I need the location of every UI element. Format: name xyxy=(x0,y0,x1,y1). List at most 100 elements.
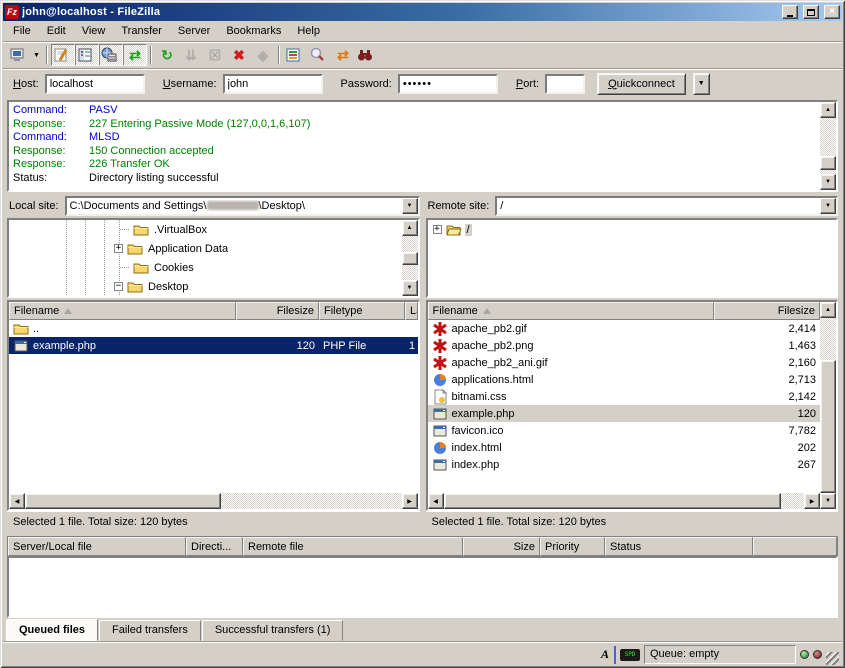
disconnect-icon: ✖ xyxy=(233,47,245,63)
tree-item-virtualbox[interactable]: .VirtualBox xyxy=(9,220,402,239)
find-files-button[interactable] xyxy=(355,44,379,66)
username-input[interactable] xyxy=(223,74,323,94)
speed-limit-indicator-icon[interactable]: SPD xyxy=(620,649,640,661)
disconnect-button[interactable]: ✖ xyxy=(227,44,251,66)
quickconnect-button[interactable]: Quickconnect xyxy=(597,73,686,95)
file-row-parent-dir[interactable]: .. xyxy=(9,320,418,337)
menu-help[interactable]: Help xyxy=(289,22,328,40)
scrollbar-thumb[interactable] xyxy=(820,360,836,493)
scroll-down-button[interactable]: ▼ xyxy=(820,493,836,509)
file-row-selected[interactable]: example.php 120 xyxy=(428,405,821,422)
tab-successful-transfers[interactable]: Successful transfers (1) xyxy=(202,620,344,641)
password-input[interactable] xyxy=(398,74,498,94)
scroll-right-button[interactable]: ▶ xyxy=(402,493,418,509)
column-header-filetype[interactable]: Filetype xyxy=(319,302,405,320)
scroll-up-button[interactable]: ▲ xyxy=(402,220,418,236)
tab-queued-files[interactable]: Queued files xyxy=(6,619,98,641)
message-log-scrollbar[interactable]: ▲ ▼ xyxy=(820,102,836,190)
file-row[interactable]: bitnami.css 2,142 xyxy=(428,388,821,405)
directory-listing-filters-button[interactable] xyxy=(283,44,307,66)
toggle-local-tree-button[interactable] xyxy=(75,44,99,66)
scroll-down-button[interactable]: ▼ xyxy=(820,174,836,190)
scrollbar-thumb[interactable] xyxy=(444,493,782,509)
scrollbar-thumb[interactable] xyxy=(25,493,221,509)
directory-comparison-button[interactable] xyxy=(307,44,331,66)
transfer-type-indicator-icon[interactable]: A xyxy=(598,646,616,664)
cancel-operation-button[interactable]: ☒ xyxy=(203,44,227,66)
column-header-server-local-file[interactable]: Server/Local file xyxy=(8,537,186,556)
tree-item-root[interactable]: / xyxy=(428,220,837,239)
column-header-filesize[interactable]: Filesize xyxy=(236,302,319,320)
tree-item-cookies[interactable]: Cookies xyxy=(9,258,402,277)
menu-file[interactable]: File xyxy=(5,22,39,40)
local-tree-scrollbar[interactable]: ▲ ▼ xyxy=(402,220,418,296)
tree-expand-icon[interactable] xyxy=(114,244,123,253)
remote-vertical-scrollbar[interactable]: ▲ ▼ xyxy=(820,302,836,509)
reconnect-button[interactable]: ◈ xyxy=(251,44,275,66)
column-header-filename[interactable]: Filename xyxy=(428,302,715,320)
file-row-example-php[interactable]: example.php 120 PHP File 1 xyxy=(9,337,418,354)
file-row[interactable]: index.php 267 xyxy=(428,456,821,473)
toggle-remote-tree-button[interactable] xyxy=(99,44,123,66)
toggle-message-log-button[interactable] xyxy=(51,44,75,66)
tab-failed-transfers[interactable]: Failed transfers xyxy=(99,620,201,641)
file-row[interactable]: favicon.ico 7,782 xyxy=(428,422,821,439)
quickconnect-dropdown-button[interactable]: ▼ xyxy=(693,73,710,95)
column-header-priority[interactable]: Priority xyxy=(540,537,605,556)
maximize-button[interactable] xyxy=(803,5,819,19)
scrollbar-thumb[interactable] xyxy=(402,252,418,265)
scroll-right-button[interactable]: ▶ xyxy=(804,493,820,509)
file-row[interactable]: applications.html 2,713 xyxy=(428,371,821,388)
process-queue-button[interactable]: ⇊ xyxy=(179,44,203,66)
site-manager-button[interactable] xyxy=(6,44,30,66)
scroll-up-button[interactable]: ▲ xyxy=(820,302,836,318)
synchronized-browsing-button[interactable]: ⇄ xyxy=(331,44,355,66)
column-header-status[interactable]: Status xyxy=(605,537,753,556)
minimize-button[interactable] xyxy=(782,5,798,19)
scroll-up-button[interactable]: ▲ xyxy=(820,102,836,118)
port-input[interactable] xyxy=(545,74,585,94)
local-site-combo[interactable]: C:\Documents and Settings\\Desktop\ ▼ xyxy=(65,196,420,216)
file-row[interactable]: apache_pb2.png 1,463 xyxy=(428,337,821,354)
refresh-button[interactable]: ↻ xyxy=(155,44,179,66)
scroll-left-button[interactable]: ◀ xyxy=(428,493,444,509)
tree-item-application-data[interactable]: Application Data xyxy=(9,239,402,258)
remote-site-dropdown-button[interactable]: ▼ xyxy=(820,198,836,214)
local-site-dropdown-button[interactable]: ▼ xyxy=(402,198,418,214)
column-header-last-modified[interactable]: Last modified xyxy=(405,302,418,320)
menu-server[interactable]: Server xyxy=(170,22,218,40)
css-file-icon xyxy=(432,389,448,405)
title-bar[interactable]: Fz john@localhost - FileZilla × xyxy=(3,3,842,21)
port-label: Port: xyxy=(516,78,539,90)
column-header-filesize[interactable]: Filesize xyxy=(714,302,820,320)
file-row[interactable]: index.html 202 xyxy=(428,439,821,456)
resize-grip[interactable] xyxy=(826,652,839,665)
scroll-down-button[interactable]: ▼ xyxy=(402,280,418,296)
toggle-transfer-queue-button[interactable]: ⇄ xyxy=(123,44,147,66)
tree-expand-icon[interactable] xyxy=(433,225,442,234)
column-header-size[interactable]: Size xyxy=(463,537,540,556)
column-header-filename[interactable]: Filename xyxy=(9,302,236,320)
transfer-queue: Server/Local file Directi... Remote file… xyxy=(7,536,838,618)
menu-transfer[interactable]: Transfer xyxy=(113,22,170,40)
queue-body[interactable] xyxy=(7,556,838,618)
site-manager-dropdown-arrow-icon[interactable]: ▼ xyxy=(30,52,43,59)
menu-edit[interactable]: Edit xyxy=(39,22,74,40)
column-header-remote-file[interactable]: Remote file xyxy=(243,537,463,556)
scroll-left-button[interactable]: ◀ xyxy=(9,493,25,509)
file-row[interactable]: apache_pb2_ani.gif 2,160 xyxy=(428,354,821,371)
close-button[interactable]: × xyxy=(824,5,840,19)
tree-item-desktop[interactable]: Desktop xyxy=(9,277,402,296)
filezilla-window: Fz john@localhost - FileZilla × File Edi… xyxy=(0,0,845,668)
scrollbar-thumb[interactable] xyxy=(820,156,836,170)
remote-horizontal-scrollbar[interactable]: ◀ ▶ xyxy=(428,493,821,509)
tree-collapse-icon[interactable] xyxy=(114,282,123,291)
remote-site-combo[interactable]: / ▼ xyxy=(495,196,838,216)
host-input[interactable] xyxy=(45,74,145,94)
menu-view[interactable]: View xyxy=(74,22,114,40)
menu-bookmarks[interactable]: Bookmarks xyxy=(218,22,289,40)
remote-site-row: Remote site: / ▼ xyxy=(426,195,839,216)
local-horizontal-scrollbar[interactable]: ◀ ▶ xyxy=(9,493,418,509)
column-header-direction[interactable]: Directi... xyxy=(186,537,243,556)
file-row[interactable]: apache_pb2.gif 2,414 xyxy=(428,320,821,337)
